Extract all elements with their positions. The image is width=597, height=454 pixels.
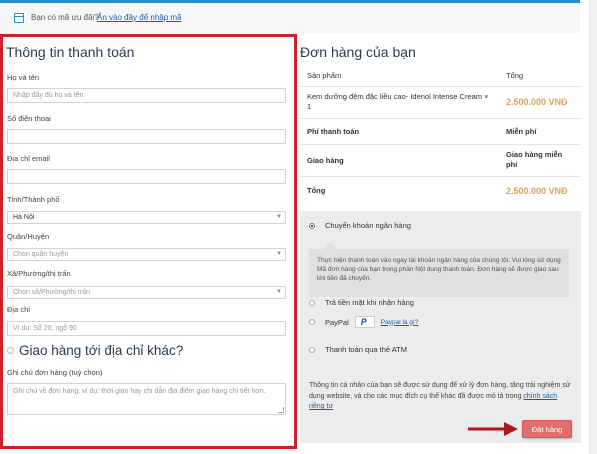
payment-cod[interactable]: Trả tiền mặt khi nhận hàng <box>309 298 414 307</box>
name-input[interactable]: Nhập đầy đủ họ và tên <box>7 88 286 103</box>
email-label: Địa chỉ email <box>7 154 50 163</box>
table-row: Tổng 2.500.000 VNĐ <box>300 175 581 205</box>
paypal-info-link[interactable]: Paypal là gì? <box>381 319 419 326</box>
billing-title: Thông tin thanh toán <box>6 44 135 60</box>
address-label: Địa chỉ <box>7 305 30 314</box>
phone-input[interactable] <box>7 129 286 144</box>
chevron-down-icon: ▼ <box>276 214 282 220</box>
resize-handle-icon[interactable] <box>278 407 284 413</box>
arrow-right-icon <box>468 422 518 436</box>
notes-placeholder: Ghi chú về đơn hàng, ví dụ: thời gian ha… <box>13 388 266 395</box>
payment-bank-transfer[interactable]: Chuyển khoản ngân hàng <box>309 221 411 230</box>
ship-to-different-address[interactable]: Giao hàng tới địa chỉ khác? <box>7 343 183 358</box>
district-placeholder: Chọn quận huyện <box>13 251 69 258</box>
order-title: Đơn hàng của bạn <box>300 44 416 60</box>
coupon-text: Bạn có mã ưu đãi? <box>31 13 99 22</box>
district-label: Quận/Huyện <box>7 232 50 241</box>
item-total: 2.500.000 VNĐ <box>499 85 581 118</box>
delivery-value: Giao hàng miễn phí <box>499 143 581 176</box>
ward-label: Xã/Phường/thị trấn <box>7 269 71 278</box>
chevron-down-icon: ▼ <box>276 251 282 257</box>
table-header-row: Sản phẩm Tổng <box>300 65 581 86</box>
fee-label: Phí thanh toán <box>300 117 499 144</box>
item-name: Kem dưỡng đệm đặc liều cao- Idenol Inten… <box>300 85 499 118</box>
district-select[interactable]: Chọn quận huyện ▼ <box>7 248 286 261</box>
total-label: Tổng <box>300 175 499 205</box>
fee-value: Miễn phí <box>499 117 581 144</box>
bank-label: Chuyển khoản ngân hàng <box>325 221 411 230</box>
place-order-button[interactable]: Đặt hàng <box>522 420 572 438</box>
city-select[interactable]: Hà Nội ▼ <box>7 211 286 224</box>
notes-label: Ghi chú đơn hàng (tuỳ chọn) <box>7 368 103 377</box>
cod-label: Trả tiền mặt khi nhận hàng <box>325 298 414 307</box>
order-table: Sản phẩm Tổng Kem dưỡng đệm đặc liều cao… <box>300 65 581 205</box>
col-product: Sản phẩm <box>307 70 342 80</box>
scrollbar[interactable] <box>589 0 597 454</box>
email-input[interactable] <box>7 169 286 184</box>
chevron-down-icon: ▼ <box>276 289 282 295</box>
bank-description: Thực hiện thanh toán vào ngay tài khoản … <box>309 242 569 297</box>
paypal-logo-icon <box>354 316 375 328</box>
payment-panel: Chuyển khoản ngân hàng Thực hiện thanh t… <box>300 211 581 443</box>
coupon-icon <box>14 13 24 23</box>
privacy-notice: Thông tin cá nhân của bạn sẽ được sử dụn… <box>309 381 573 413</box>
atm-label: Thanh toán qua thẻ ATM <box>325 345 407 354</box>
cod-radio[interactable] <box>309 299 315 306</box>
billing-panel: Thông tin thanh toán Họ và tên Nhập đầy … <box>0 34 297 449</box>
city-value: Hà Nội <box>13 214 35 221</box>
table-row: Giao hàng Giao hàng miễn phí <box>300 143 581 176</box>
bank-radio[interactable] <box>309 222 315 229</box>
enter-coupon-link[interactable]: Ấn vào đây để nhập mã <box>97 13 182 22</box>
phone-label: Số điện thoại <box>7 114 51 123</box>
ward-placeholder: Chọn xã/Phường/thị trấn <box>13 289 90 296</box>
address-input[interactable]: Ví dụ: Số 20, ngõ 90 <box>7 321 286 336</box>
table-row: Kem dưỡng đệm đặc liều cao- Idenol Inten… <box>300 85 581 118</box>
coupon-notice: Bạn có mã ưu đãi? Ấn vào đây để nhập mã <box>0 0 580 33</box>
ship-other-label: Giao hàng tới địa chỉ khác? <box>19 343 184 358</box>
paypal-label: PayPal <box>325 317 349 327</box>
paypal-radio[interactable] <box>309 319 315 325</box>
payment-paypal[interactable]: PayPal Paypal là gì? <box>309 316 418 328</box>
table-row: Phí thanh toán Miễn phí <box>300 117 581 144</box>
order-notes-textarea[interactable]: Ghi chú về đơn hàng, ví dụ: thời gian ha… <box>7 383 286 415</box>
total-value: 2.500.000 VNĐ <box>499 175 581 205</box>
ward-select[interactable]: Chọn xã/Phường/thị trấn ▼ <box>7 286 286 299</box>
atm-radio[interactable] <box>309 346 315 353</box>
payment-atm[interactable]: Thanh toán qua thẻ ATM <box>309 345 407 354</box>
delivery-label: Giao hàng <box>300 143 499 176</box>
name-label: Họ và tên <box>7 73 40 82</box>
ship-other-radio[interactable] <box>7 347 14 354</box>
city-label: Tỉnh/Thành phố <box>7 195 60 204</box>
col-total: Tổng <box>506 70 524 80</box>
